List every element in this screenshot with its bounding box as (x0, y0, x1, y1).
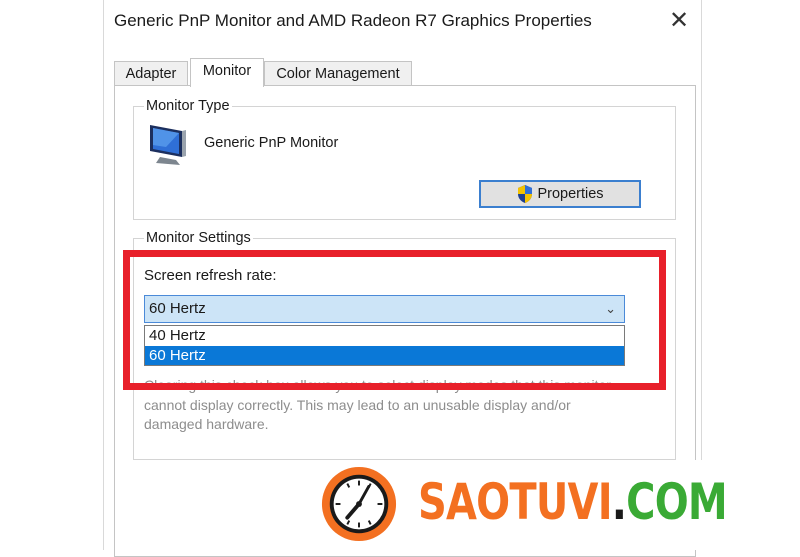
helper-text: Clearing this check box allows you to se… (144, 377, 611, 432)
tab-monitor[interactable]: Monitor (190, 58, 264, 87)
tab-color-management[interactable]: Color Management (264, 61, 412, 86)
chevron-down-icon: ⌄ (605, 301, 616, 316)
brand-tld: COM (626, 473, 728, 531)
refresh-rate-value: 60 Hertz (149, 300, 206, 317)
brand-dot: . (611, 473, 627, 531)
refresh-rate-label: Screen refresh rate: (144, 267, 277, 284)
monitor-settings-label: Monitor Settings (144, 229, 253, 247)
properties-button[interactable]: Properties (479, 180, 641, 208)
window-title: Generic PnP Monitor and AMD Radeon R7 Gr… (114, 11, 592, 30)
clock-icon (321, 466, 397, 542)
refresh-rate-select[interactable]: 60 Hertz ⌄ (144, 295, 625, 323)
monitor-icon (150, 125, 186, 165)
monitor-type-group: Monitor Type Generic PnP Monitor Propert… (133, 97, 676, 220)
monitor-name: Generic PnP Monitor (204, 135, 339, 151)
title-bar[interactable]: Generic PnP Monitor and AMD Radeon R7 Gr… (104, 0, 701, 44)
tab-bar: Adapter Monitor Color Management (114, 58, 694, 87)
close-button[interactable]: ✕ (667, 7, 691, 35)
option-60-hertz[interactable]: 60 Hertz (145, 345, 624, 365)
watermark-text: SAOTUVI.COM (418, 472, 728, 532)
brand-main: SAOTUVI (418, 473, 613, 531)
monitor-type-label: Monitor Type (144, 97, 232, 115)
tab-adapter[interactable]: Adapter (114, 61, 188, 86)
refresh-rate-dropdown: 40 Hertz 60 Hertz (144, 325, 625, 366)
properties-button-label: Properties (537, 186, 604, 202)
watermark-logo: SAOTUVI.COM (318, 460, 800, 550)
shield-icon (518, 185, 533, 203)
option-40-hertz[interactable]: 40 Hertz (145, 326, 624, 346)
